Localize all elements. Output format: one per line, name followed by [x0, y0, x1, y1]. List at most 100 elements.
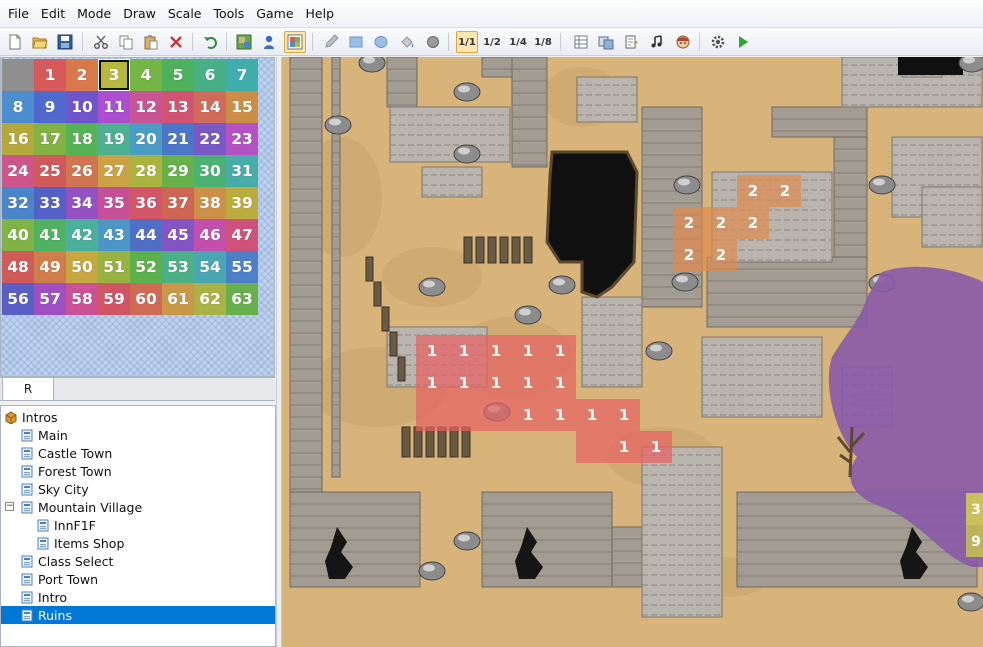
region-cell-59[interactable]: 59 [98, 283, 130, 315]
region-cell-11[interactable]: 11 [98, 91, 130, 123]
scale-1-1-button[interactable]: 1/1 [456, 31, 478, 53]
tree-item-ruins[interactable]: Ruins [1, 606, 275, 624]
region-cell-55[interactable]: 55 [226, 251, 258, 283]
menu-draw[interactable]: Draw [117, 0, 162, 28]
map-canvas[interactable]: 1 1 1 1 1 1 1 1 1 1 1 1 1 1 1 1 2 2 2 2 2 2 2 3 9 [282, 57, 983, 647]
region-cell-5[interactable]: 5 [162, 59, 194, 91]
region-cell-16[interactable]: 16 [2, 123, 34, 155]
flood-fill-button[interactable] [396, 31, 418, 53]
tree-item-sky-city[interactable]: Sky City [1, 480, 275, 498]
ellipse-button[interactable] [370, 31, 392, 53]
map-layer-button[interactable] [233, 31, 255, 53]
tree-item-port-town[interactable]: Port Town [1, 570, 275, 588]
resource-manager-button[interactable] [595, 31, 617, 53]
region-cell-35[interactable]: 35 [98, 187, 130, 219]
tab-region[interactable]: R [2, 378, 54, 401]
region-cell-6[interactable]: 6 [194, 59, 226, 91]
event-layer-button[interactable] [258, 31, 280, 53]
region-cell-52[interactable]: 52 [130, 251, 162, 283]
region-cell-0[interactable] [2, 59, 34, 91]
playtest-button[interactable] [732, 31, 754, 53]
region-cell-56[interactable]: 56 [2, 283, 34, 315]
menu-scale[interactable]: Scale [162, 0, 208, 28]
region-cell-63[interactable]: 63 [226, 283, 258, 315]
tree-item-items-shop[interactable]: Items Shop [1, 534, 275, 552]
region-cell-60[interactable]: 60 [130, 283, 162, 315]
region-cell-32[interactable]: 32 [2, 187, 34, 219]
script-editor-button[interactable] [620, 31, 642, 53]
region-cell-1[interactable]: 1 [34, 59, 66, 91]
paste-button[interactable] [140, 31, 162, 53]
region-cell-43[interactable]: 43 [98, 219, 130, 251]
menu-tools[interactable]: Tools [208, 0, 251, 28]
new-project-button[interactable] [4, 31, 26, 53]
character-generator-button[interactable] [672, 31, 694, 53]
database-button[interactable] [570, 31, 592, 53]
region-cell-12[interactable]: 12 [130, 91, 162, 123]
menu-game[interactable]: Game [250, 0, 299, 28]
region-cell-54[interactable]: 54 [194, 251, 226, 283]
scale-1-4-button[interactable]: 1/4 [507, 31, 529, 53]
region-cell-3[interactable]: 3 [98, 59, 130, 91]
region-cell-10[interactable]: 10 [66, 91, 98, 123]
menu-mode[interactable]: Mode [71, 0, 117, 28]
tree-item-forest-town[interactable]: Forest Town [1, 462, 275, 480]
copy-button[interactable] [115, 31, 137, 53]
shadow-pen-button[interactable] [422, 31, 444, 53]
region-cell-61[interactable]: 61 [162, 283, 194, 315]
region-cell-7[interactable]: 7 [226, 59, 258, 91]
region-cell-48[interactable]: 48 [2, 251, 34, 283]
sound-test-button[interactable] [646, 31, 668, 53]
region-cell-23[interactable]: 23 [226, 123, 258, 155]
region-cell-21[interactable]: 21 [162, 123, 194, 155]
options-button[interactable] [707, 31, 729, 53]
tree-item-intros[interactable]: Intros [1, 408, 275, 426]
region-cell-49[interactable]: 49 [34, 251, 66, 283]
region-cell-42[interactable]: 42 [66, 219, 98, 251]
region-cell-4[interactable]: 4 [130, 59, 162, 91]
region-cell-40[interactable]: 40 [2, 219, 34, 251]
region-layer-button[interactable] [284, 31, 306, 53]
tree-item-class-select[interactable]: Class Select [1, 552, 275, 570]
region-cell-26[interactable]: 26 [66, 155, 98, 187]
region-cell-58[interactable]: 58 [66, 283, 98, 315]
region-cell-9[interactable]: 9 [34, 91, 66, 123]
open-project-button[interactable] [29, 31, 51, 53]
region-cell-39[interactable]: 39 [226, 187, 258, 219]
scale-1-2-button[interactable]: 1/2 [481, 31, 503, 53]
tree-item-main[interactable]: Main [1, 426, 275, 444]
region-cell-41[interactable]: 41 [34, 219, 66, 251]
region-cell-27[interactable]: 27 [98, 155, 130, 187]
tree-item-castle-town[interactable]: Castle Town [1, 444, 275, 462]
region-cell-13[interactable]: 13 [162, 91, 194, 123]
region-cell-37[interactable]: 37 [162, 187, 194, 219]
delete-button[interactable] [165, 31, 187, 53]
region-cell-45[interactable]: 45 [162, 219, 194, 251]
region-cell-17[interactable]: 17 [34, 123, 66, 155]
region-cell-46[interactable]: 46 [194, 219, 226, 251]
cut-button[interactable] [90, 31, 112, 53]
region-cell-8[interactable]: 8 [2, 91, 34, 123]
region-cell-38[interactable]: 38 [194, 187, 226, 219]
save-project-button[interactable] [54, 31, 76, 53]
region-cell-47[interactable]: 47 [226, 219, 258, 251]
region-cell-30[interactable]: 30 [194, 155, 226, 187]
tree-item-innf1f[interactable]: InnF1F [1, 516, 275, 534]
region-cell-15[interactable]: 15 [226, 91, 258, 123]
region-cell-62[interactable]: 62 [194, 283, 226, 315]
collapse-toggle[interactable]: − [5, 502, 14, 511]
region-cell-36[interactable]: 36 [130, 187, 162, 219]
menu-help[interactable]: Help [300, 0, 341, 28]
region-cell-57[interactable]: 57 [34, 283, 66, 315]
region-cell-44[interactable]: 44 [130, 219, 162, 251]
region-cell-19[interactable]: 19 [98, 123, 130, 155]
region-cell-50[interactable]: 50 [66, 251, 98, 283]
tree-item-mountain-village[interactable]: Mountain Village [1, 498, 275, 516]
region-cell-20[interactable]: 20 [130, 123, 162, 155]
region-cell-28[interactable]: 28 [130, 155, 162, 187]
scale-1-8-button[interactable]: 1/8 [532, 31, 554, 53]
undo-button[interactable] [200, 31, 222, 53]
region-cell-31[interactable]: 31 [226, 155, 258, 187]
menu-edit[interactable]: Edit [35, 0, 71, 28]
map-drawing[interactable]: 1 1 1 1 1 1 1 1 1 1 1 1 1 1 1 1 2 2 2 2 2 2 2 3 9 [282, 57, 983, 647]
